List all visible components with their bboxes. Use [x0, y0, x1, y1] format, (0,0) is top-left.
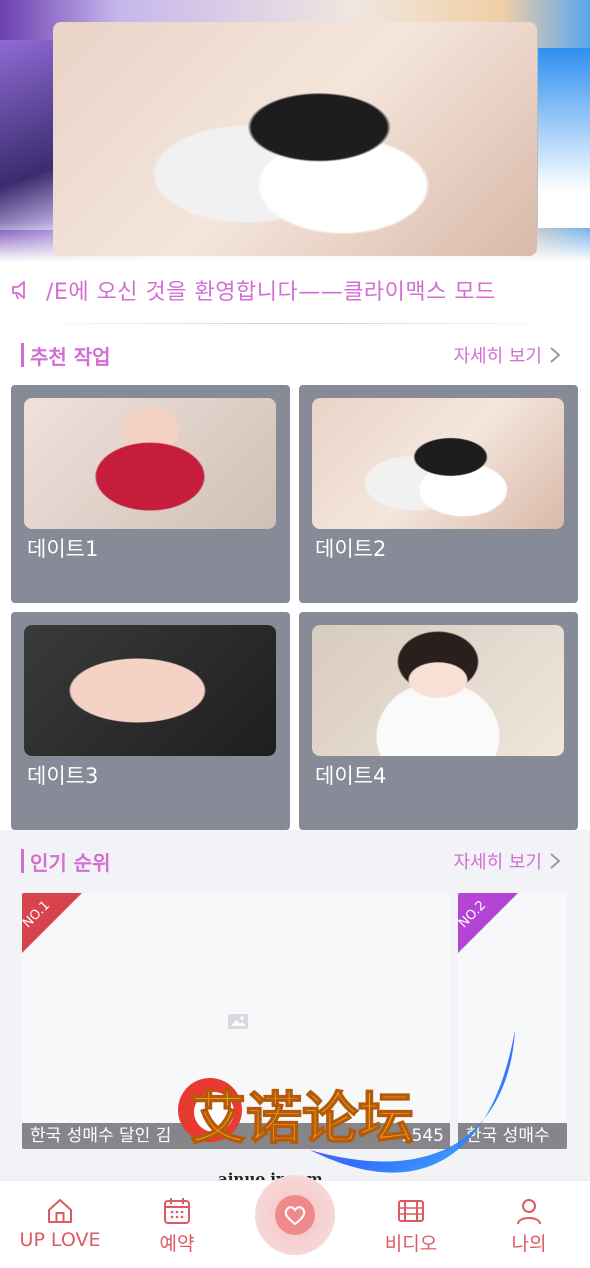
tab-label: UP LOVE — [19, 1229, 101, 1251]
home-icon — [48, 1199, 72, 1223]
ranking-caption: 한국 성매수 — [458, 1123, 567, 1149]
section-marker — [21, 343, 24, 367]
recommended-card[interactable]: 데이트4 — [299, 612, 578, 830]
recommended-card[interactable]: 데이트2 — [299, 385, 578, 603]
film-icon — [398, 1200, 424, 1222]
card-thumbnail — [24, 625, 276, 756]
heart-icon — [284, 1206, 306, 1225]
notice-bar: /E에 오신 것을 환영합니다——클라이맥스 모드 — [0, 270, 590, 310]
popular-more-link[interactable]: 자세히 보기 — [453, 848, 542, 874]
tab-profile[interactable]: 나의 — [470, 1181, 588, 1261]
rank-ribbon: NO.1 — [22, 893, 82, 953]
card-title: 데이트1 — [27, 537, 99, 561]
view-count: 1545 — [400, 1126, 444, 1146]
section-marker — [21, 849, 24, 873]
card-title: 데이트4 — [315, 764, 387, 788]
tab-video[interactable]: 비디오 — [352, 1181, 470, 1261]
recommended-more-link[interactable]: 자세히 보기 — [453, 342, 542, 368]
tab-center-heart[interactable] — [255, 1175, 335, 1255]
tab-label: 나의 — [511, 1233, 547, 1255]
user-icon — [517, 1199, 541, 1225]
card-title: 데이트2 — [315, 537, 387, 561]
card-thumbnail — [24, 398, 276, 529]
calendar-icon — [164, 1198, 190, 1224]
ranking-card[interactable]: NO.1 한국 성매수 달인 김 1545 — [22, 893, 450, 1149]
chevron-right-icon[interactable] — [548, 852, 562, 870]
recommended-title: 추천 작업 — [30, 345, 111, 369]
bottom-tab-bar: UP LOVE 예약 비디오 나의 — [0, 1175, 590, 1268]
tab-reservation[interactable]: 예약 — [118, 1181, 236, 1261]
banner-carousel[interactable] — [0, 0, 590, 262]
recommended-card[interactable]: 데이트1 — [11, 385, 290, 603]
notice-text: /E에 오신 것을 환영합니다——클라이맥스 모드 — [46, 280, 496, 305]
tab-home[interactable]: UP LOVE — [1, 1181, 119, 1261]
banner-photo — [53, 22, 537, 256]
card-title: 데이트3 — [27, 764, 99, 788]
recommended-card[interactable]: 데이트3 — [11, 612, 290, 830]
image-placeholder-icon — [228, 1014, 248, 1029]
card-thumbnail — [312, 625, 564, 756]
tab-label: 비디오 — [384, 1233, 438, 1255]
banner-image[interactable] — [53, 22, 537, 256]
divider — [22, 323, 568, 324]
ranking-caption: 한국 성매수 달인 김 1545 — [22, 1123, 450, 1149]
tab-label: 예약 — [159, 1233, 195, 1255]
card-thumbnail — [312, 398, 564, 529]
speaker-icon — [12, 281, 25, 300]
banner-prev-slide[interactable] — [0, 40, 55, 230]
popular-header: 인기 순위 자세히 보기 — [0, 846, 590, 876]
chevron-right-icon[interactable] — [548, 346, 562, 364]
ranking-card[interactable]: NO.2 한국 성매수 — [458, 893, 567, 1149]
recommended-header: 추천 작업 자세히 보기 — [0, 340, 590, 370]
rank-ribbon: NO.2 — [458, 893, 518, 953]
popular-title: 인기 순위 — [30, 851, 111, 875]
banner-next-slide[interactable] — [538, 48, 590, 228]
